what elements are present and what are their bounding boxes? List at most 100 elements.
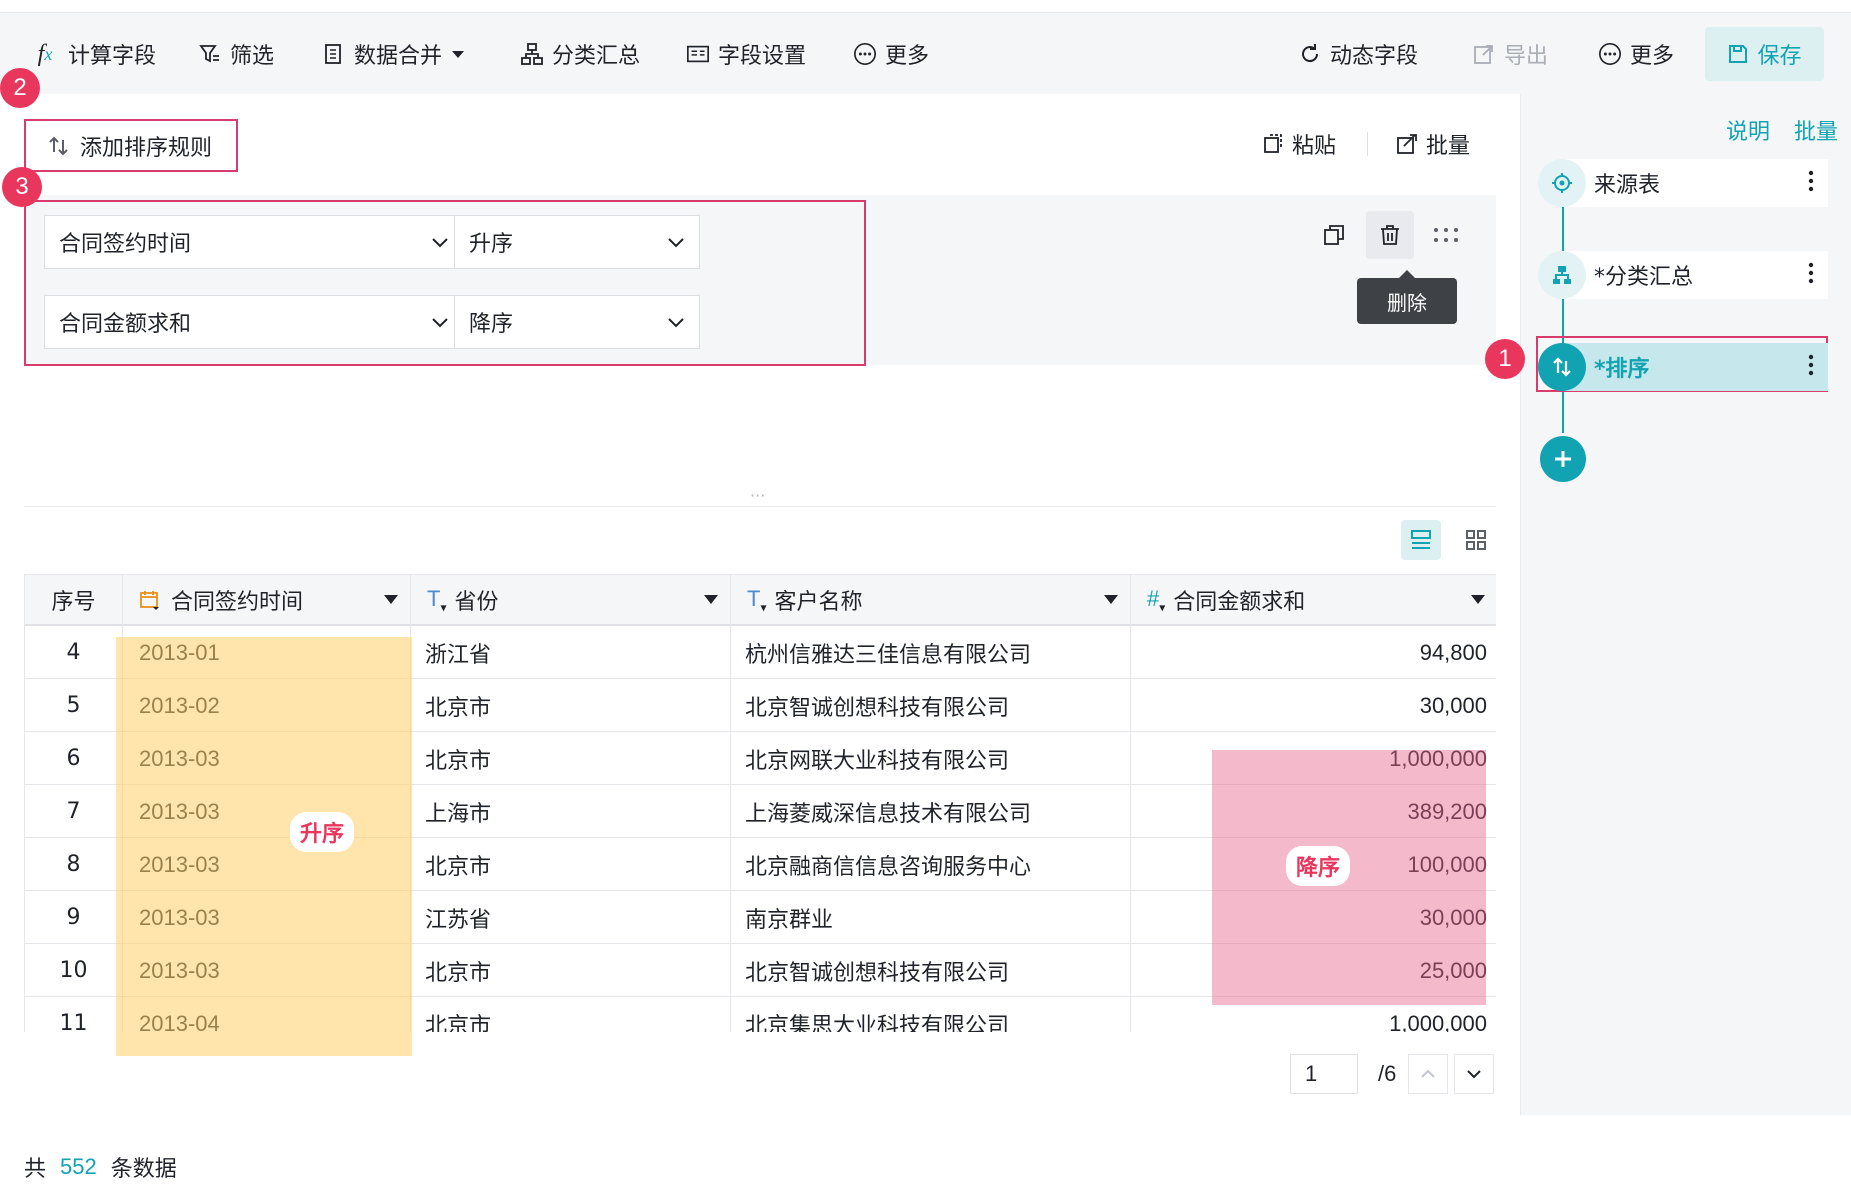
cell-customer: 北京智诚创想科技有限公司 <box>731 944 1131 997</box>
paste-button[interactable]: 粘贴 <box>1262 124 1336 164</box>
add-sort-rule-button[interactable]: 添加排序规则 <box>24 119 238 172</box>
vertical-more-icon[interactable] <box>1808 169 1814 193</box>
cell-customer: 南京群业 <box>731 891 1131 944</box>
list-view-button[interactable] <box>1401 520 1441 560</box>
save-button[interactable]: 保存 <box>1705 27 1824 81</box>
cell-customer: 北京集思大业科技有限公司 <box>731 997 1131 1032</box>
sort-field-value-2: 合同金额求和 <box>59 312 192 337</box>
more-label-right: 更多 <box>1630 44 1675 69</box>
grid-view-button[interactable] <box>1456 520 1496 560</box>
vertical-more-icon[interactable] <box>1808 353 1814 377</box>
sort-order-select-2[interactable]: 降序 <box>454 295 700 349</box>
sort-field-select-1[interactable]: 合同签约时间 <box>44 215 464 269</box>
flow-node-source[interactable]: 来源表 <box>1538 157 1828 209</box>
cell-contract-date: 2013-03 <box>123 732 411 785</box>
cell-customer: 北京智诚创想科技有限公司 <box>731 679 1131 732</box>
copy-rule-button[interactable] <box>1310 211 1358 259</box>
calculated-field-label: 计算字段 <box>68 44 157 69</box>
delete-tooltip: 删除 <box>1357 270 1457 324</box>
cell-province: 北京市 <box>411 944 731 997</box>
cell-amount: 30,000 <box>1419 692 1487 718</box>
cell-province: 浙江省 <box>411 626 731 679</box>
cell-amount: 1,000,000 <box>1389 745 1487 771</box>
batch-button[interactable]: 批量 <box>1396 124 1470 164</box>
cell-province: 江苏省 <box>411 891 731 944</box>
fx-icon: fx <box>37 40 53 67</box>
filter-button[interactable]: 筛选 <box>198 13 274 95</box>
export-button[interactable]: 导出 <box>1472 13 1548 95</box>
caret-down-icon[interactable] <box>1471 595 1485 604</box>
descending-tag: 降序 <box>1286 846 1351 886</box>
vertical-more-icon[interactable] <box>1808 261 1814 285</box>
table-row[interactable]: 10 2013-03 北京市 北京智诚创想科技有限公司 25,000 <box>25 944 1496 997</box>
column-header-customer[interactable]: T▾ 客户名称 <box>731 575 1131 625</box>
column-header-index[interactable]: 序号 <box>25 575 123 625</box>
chevron-down-icon <box>429 311 451 333</box>
caret-down-icon[interactable] <box>1104 595 1118 604</box>
cell-province: 北京市 <box>411 838 731 891</box>
dynamic-field-button[interactable]: 动态字段 <box>1298 13 1418 95</box>
merge-icon <box>322 42 346 66</box>
cell-customer: 上海菱威深信息技术有限公司 <box>731 785 1131 838</box>
cell-amount: 389,200 <box>1407 798 1487 824</box>
field-settings-label: 字段设置 <box>718 44 807 69</box>
flow-connector <box>1562 183 1564 433</box>
separator <box>24 506 1496 507</box>
cell-index: 11 <box>25 997 123 1032</box>
sort-order-value-1: 升序 <box>469 232 514 257</box>
toolbar: fx 计算字段 筛选 数据合并 分类汇总 字段设置 更多 动态字段 导出 更多 … <box>0 12 1851 94</box>
cell-index: 4 <box>25 626 123 679</box>
cell-contract-date: 2013-03 <box>123 891 411 944</box>
flow-node-sort[interactable]: *排序 <box>1538 341 1828 393</box>
trash-icon <box>1378 223 1402 247</box>
data-merge-button[interactable]: 数据合并 <box>322 13 466 95</box>
cell-index: 9 <box>25 891 123 944</box>
column-label: 序号 <box>51 590 96 615</box>
chevron-down-icon <box>665 231 687 253</box>
step-badge-1: 1 <box>1485 339 1525 379</box>
more-button-left[interactable]: 更多 <box>853 13 929 95</box>
caret-down-icon[interactable] <box>384 595 398 604</box>
cell-amount: 1,000,000 <box>1389 1010 1487 1033</box>
flow-node-group-summary[interactable]: *分类汇总 <box>1538 249 1828 301</box>
divider <box>1367 132 1368 156</box>
drag-handle[interactable] <box>1422 211 1470 259</box>
sort-field-select-2[interactable]: 合同金额求和 <box>44 295 464 349</box>
plus-icon <box>1551 447 1575 471</box>
table-row[interactable]: 9 2013-03 江苏省 南京群业 30,000 <box>25 891 1496 944</box>
calculated-field-button[interactable]: fx 计算字段 <box>30 13 156 95</box>
next-page-button[interactable] <box>1454 1054 1494 1094</box>
group-summary-button[interactable]: 分类汇总 <box>520 13 640 95</box>
caret-down-icon[interactable] <box>704 595 718 604</box>
help-link[interactable]: 说明 <box>1726 114 1770 146</box>
sort-field-value-1: 合同签约时间 <box>59 232 192 257</box>
field-settings-button[interactable]: 字段设置 <box>686 13 806 95</box>
grid-view-icon <box>1464 528 1488 552</box>
delete-rule-button[interactable] <box>1366 211 1414 259</box>
table-row[interactable]: 6 2013-03 北京市 北京网联大业科技有限公司 1,000,000 <box>25 732 1496 785</box>
table-row[interactable]: 7 2013-03 上海市 上海菱威深信息技术有限公司 389,200 <box>25 785 1496 838</box>
cell-contract-date: 2013-02 <box>123 679 411 732</box>
group-icon <box>520 42 544 66</box>
column-header-amount[interactable]: #▾ 合同金额求和 <box>1131 575 1496 625</box>
page-number-input[interactable]: 1 <box>1290 1054 1358 1094</box>
column-header-contract-date[interactable]: 合同签约时间 <box>123 575 411 625</box>
table-row[interactable]: 8 2013-03 北京市 北京融商信信息咨询服务中心 100,000 <box>25 838 1496 891</box>
sort-order-select-1[interactable]: 升序 <box>454 215 700 269</box>
prev-page-button[interactable] <box>1408 1054 1448 1094</box>
table-row[interactable]: 5 2013-02 北京市 北京智诚创想科技有限公司 30,000 <box>25 679 1496 732</box>
resize-handle[interactable]: ··· <box>750 486 765 505</box>
cell-province: 北京市 <box>411 732 731 785</box>
drag-handle-icon <box>1432 225 1460 245</box>
export-icon <box>1472 42 1496 66</box>
column-header-province[interactable]: T▾ 省份 <box>411 575 731 625</box>
table-row[interactable]: 11 2013-04 北京市 北京集思大业科技有限公司 1,000,000 <box>25 997 1496 1032</box>
more-button-right[interactable]: 更多 <box>1598 13 1674 95</box>
batch-link[interactable]: 批量 <box>1794 114 1838 146</box>
table-row[interactable]: 4 2013-01 浙江省 杭州信雅达三佳信息有限公司 94,800 <box>25 626 1496 679</box>
column-label: 省份 <box>454 590 499 615</box>
refresh-icon <box>1298 42 1322 66</box>
add-step-button[interactable] <box>1540 436 1586 482</box>
table-footer: 共 552 条数据 <box>24 1142 177 1192</box>
field-settings-icon <box>686 42 710 66</box>
